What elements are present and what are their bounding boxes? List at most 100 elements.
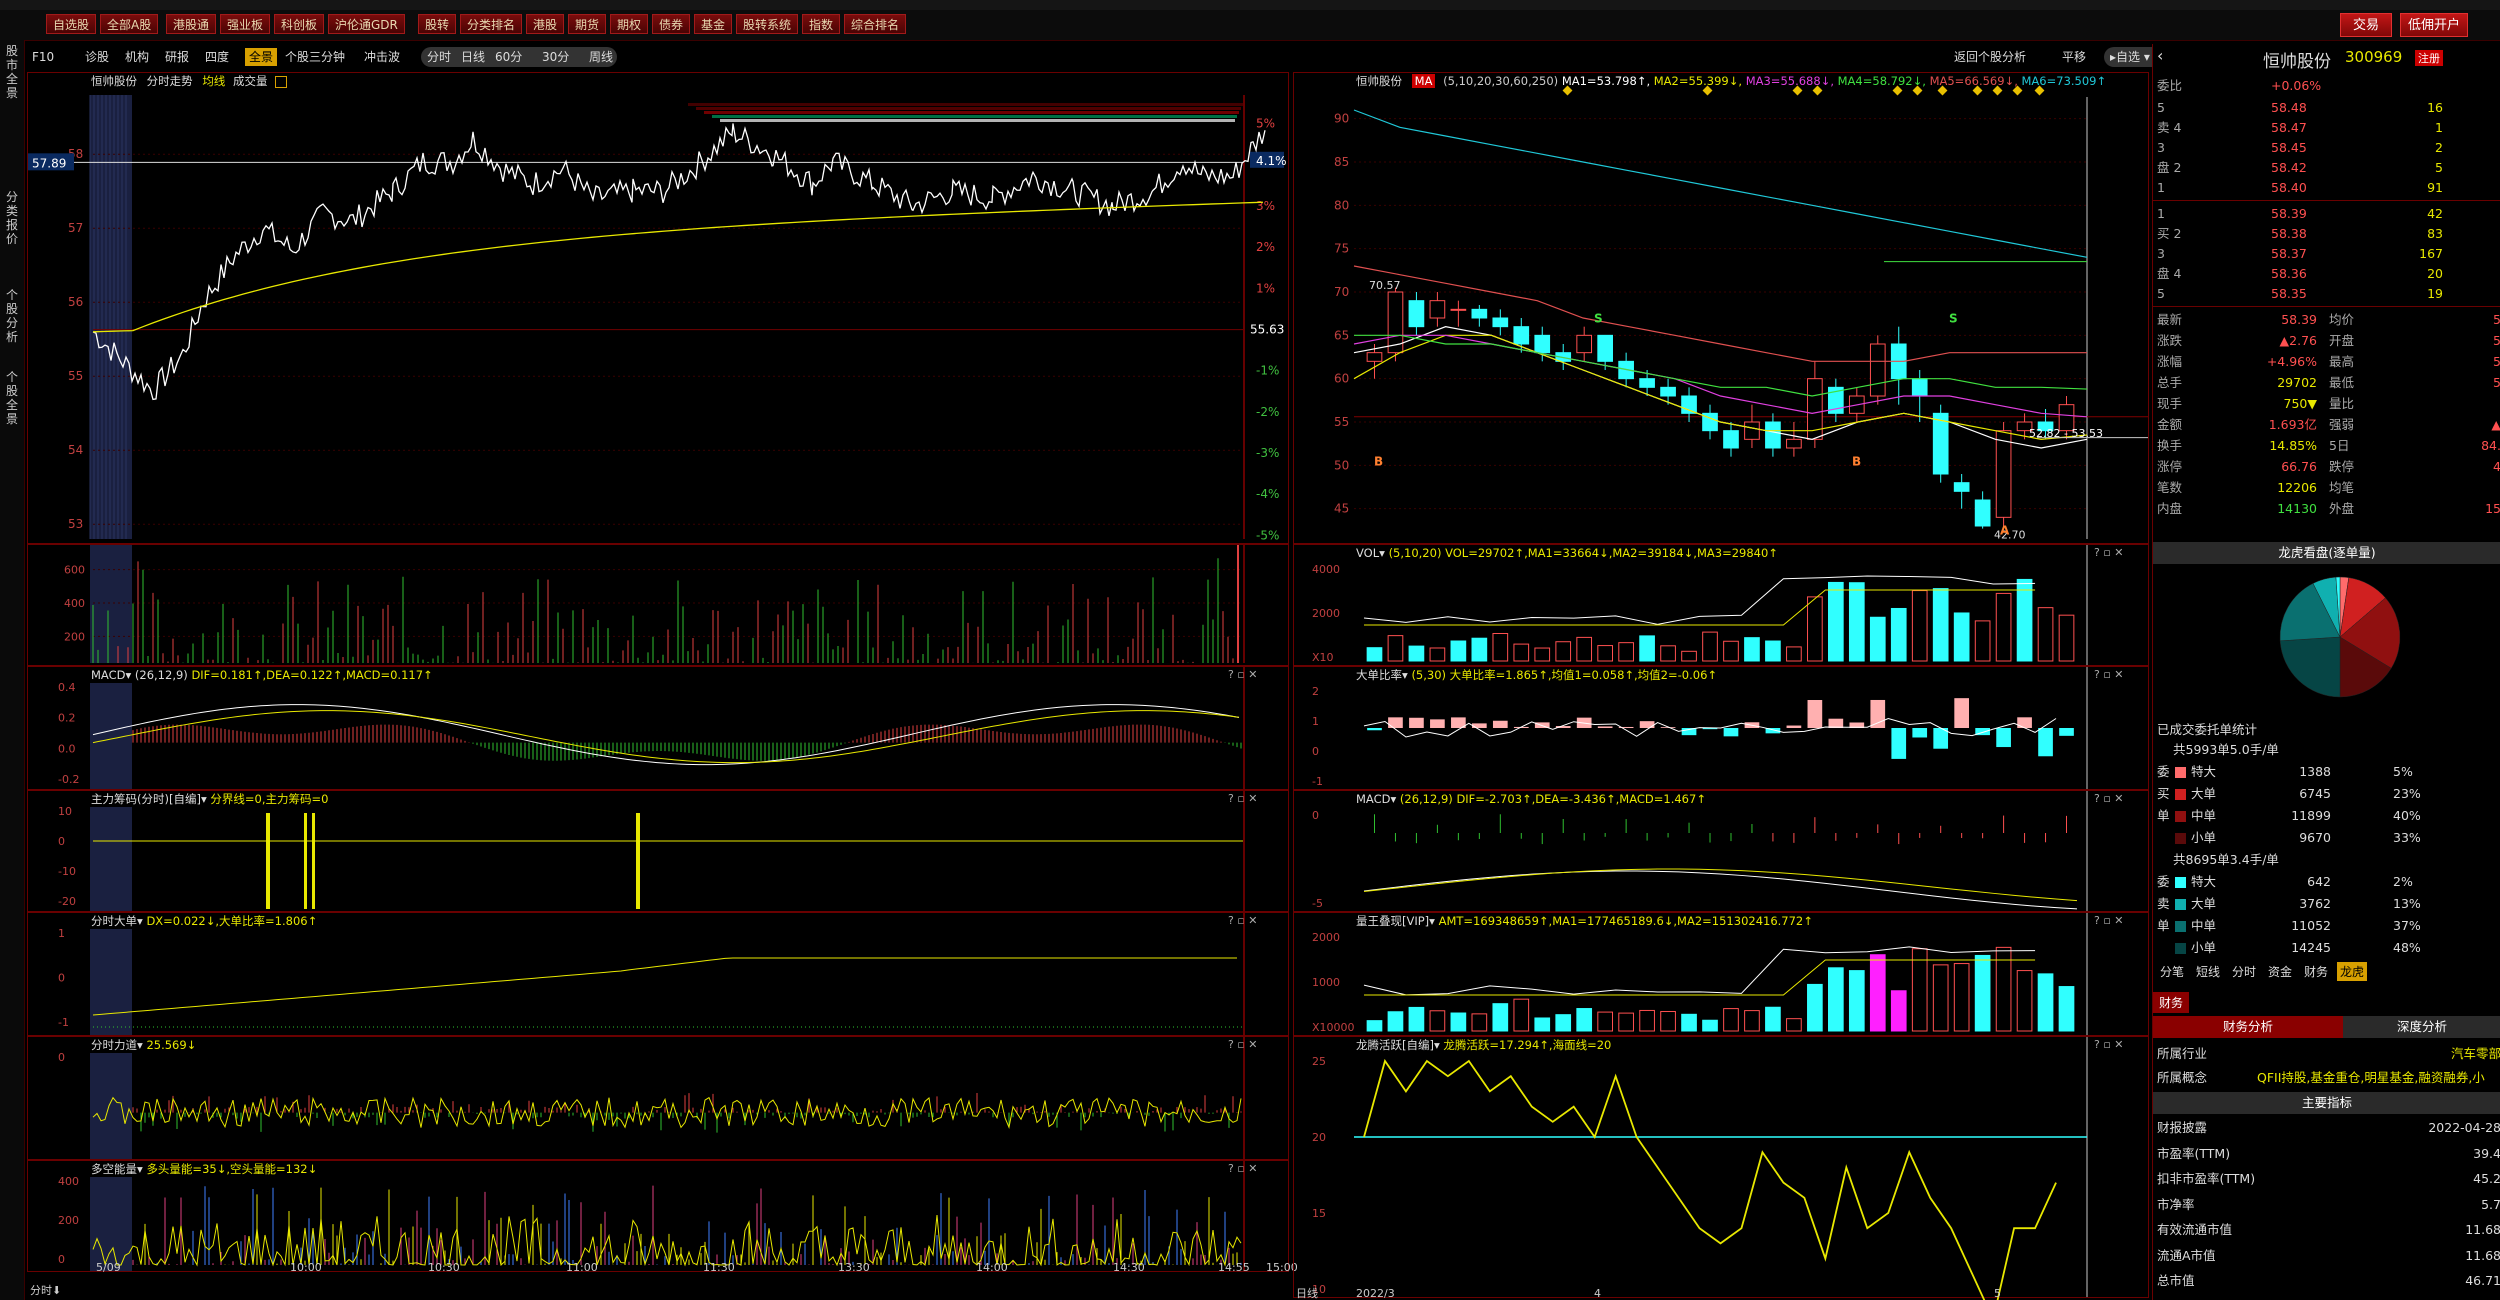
y-tick: 1000 [1312,976,1340,989]
menu-item[interactable]: 强业板 [220,14,271,34]
y-tick: 0 [58,1051,65,1064]
event-diamond [1812,85,1823,96]
bar [1890,607,1907,662]
order-count: 11899 [2291,808,2331,823]
indicator-chart[interactable]: 400 200 0 5/09 10:00 10:30 11:00 11:30 13:30 14:0… [28,1161,1298,1274]
intraday-volume-chart[interactable]: 600 400 200 [28,545,1288,665]
candle-body [1974,499,1991,527]
candle-body [1576,334,1593,354]
stat-value: 84. [2481,438,2500,453]
menu-item[interactable]: 自选股 [46,14,97,34]
indicator-chart[interactable]: 10 0 -10 -20 [28,791,1288,911]
tab-财务[interactable]: 财务 [2301,962,2331,981]
toolbar-item[interactable]: 四度 [205,48,229,66]
indicator-chart[interactable]: 1 0 -1 [28,913,1288,1035]
daily-kline-chart[interactable]: 90 85 80 75 70 65 60 55 50 45 70.57 42.70 52.82 - 53… [1294,73,2148,543]
vtab-3[interactable]: 个股全景 [2,370,22,426]
menu-item[interactable]: 分类排名 [460,14,523,34]
order-type: 小单 [2191,940,2217,955]
toolbar-item[interactable]: 研报 [165,48,189,66]
stock-name: 恒帅股份 [2263,52,2331,72]
legend-swatch [2175,921,2186,932]
chip-bar [312,813,315,909]
sell-total: 共8695单3.4手/单 [2173,852,2279,867]
order-type: 特大 [2191,764,2217,779]
intraday-chart[interactable]: 58575655545357.895%4.1%3%2%1%-1%-2%-3%-4… [28,73,1288,543]
time-tick: 14:30 [1113,1261,1145,1274]
bar [2058,614,2075,662]
event-diamond [2012,85,2023,96]
indicator-chart[interactable]: 0 [28,1037,1288,1159]
vtab-2[interactable]: 个股分析 [2,288,22,344]
indicator-chart[interactable]: 0.4 0.2 0.0 -0.2 [28,667,1288,789]
bid-volume: 167 [2419,246,2443,261]
period-item[interactable]: 30分 [542,47,569,67]
toolbar-item[interactable]: 冲击波 [364,48,400,66]
fin-value: 46.71 [2465,1273,2500,1288]
menu-item[interactable]: 科创板 [274,14,325,34]
fin-subtab-1[interactable]: 财务分析 [2153,1016,2343,1038]
fin-tab[interactable]: 财务 [2153,992,2190,1013]
stat-value: 750▼ [2283,396,2317,411]
tab-资金[interactable]: 资金 [2265,962,2295,981]
indicator-chart[interactable]: 25201510日线 2022/3 4 5 [1294,1037,2148,1300]
menu-item[interactable]: 债券 [652,14,691,34]
bar [1702,631,1718,662]
price-tick: 75 [1334,242,1349,256]
menu-item[interactable]: 股转 [418,14,457,34]
indicator-panel-macd-intraday: MACD▾ (26,12,9) DIF=0.181↑,DEA=0.122↑,MA… [27,666,1289,790]
vtab-0[interactable]: 股市全景 [2,44,22,100]
toolbar-item[interactable]: F10 [32,48,54,66]
menu-item[interactable]: 基金 [694,14,733,34]
indicator-chart[interactable]: 2000 1000 X10000 [1294,913,2148,1035]
y-tick: 0 [58,972,65,985]
back-button[interactable]: 返回个股分析 [1954,48,2026,66]
bid-volume: 20 [2427,266,2443,281]
time-axis-label[interactable]: 分时⬇ [30,1282,61,1298]
fin-subtab-2[interactable]: 深度分析 [2343,1016,2500,1038]
menu-item[interactable]: 沪伦通GDR [328,14,405,34]
toolbar-item[interactable]: 个股三分钟 [285,48,345,66]
bar [1492,1003,1509,1032]
indicator-chart[interactable]: 4000 2000 X10 [1294,545,2148,665]
period-selector[interactable]: 分时 日线 60分 30分 周线 [421,47,617,67]
back-chevron-icon[interactable]: ‹ [2157,46,2163,65]
menu-item[interactable]: 港股通 [166,14,217,34]
period-item[interactable]: 60分 [495,47,522,67]
bar [1848,970,1865,1032]
menu-item[interactable]: 期货 [568,14,607,34]
order-pie-chart[interactable] [2275,572,2405,702]
toolbar-item[interactable]: 诊股 [85,48,109,66]
order-type: 大单 [2191,896,2217,911]
open-account-button[interactable]: 低佣开户 [2400,13,2468,37]
tab-龙虎[interactable]: 龙虎 [2337,962,2368,981]
menu-item[interactable]: 全部A股 [100,14,159,34]
period-item[interactable]: 周线 [589,47,613,67]
cursor-price: 57.89 [32,156,66,170]
indicator-chart[interactable]: 2 1 0 -1 [1294,667,2148,789]
low-label: 42.70 [1994,529,2026,542]
menu-item[interactable]: 综合排名 [844,14,907,34]
indicator-chart[interactable]: 0 -5 [1294,791,2148,911]
menu-item[interactable]: 港股 [526,14,565,34]
tab-分笔[interactable]: 分笔 [2157,962,2187,981]
tab-短线[interactable]: 短线 [2193,962,2223,981]
period-item[interactable]: 日线 [461,47,485,67]
toolbar-item[interactable]: 全景 [245,48,278,66]
ratio-bar [1996,728,2011,748]
toolbar-item[interactable]: 机构 [125,48,149,66]
pan-button[interactable]: 平移 [2062,48,2086,66]
bar [1387,635,1404,662]
period-item[interactable]: 分时 [427,47,451,67]
vtab-1[interactable]: 分类报价 [2,190,22,246]
candle-body [1911,378,1928,397]
trade-button[interactable]: 交易 [2340,13,2392,37]
tab-分时[interactable]: 分时 [2229,962,2259,981]
price-tick: 85 [1334,155,1349,169]
hatch-area [90,1177,132,1271]
price-tick: 90 [1334,112,1349,126]
time-tick: 5/09 [96,1261,121,1274]
menu-item[interactable]: 股转系统 [736,14,799,34]
menu-item[interactable]: 指数 [802,14,841,34]
menu-item[interactable]: 期权 [610,14,649,34]
